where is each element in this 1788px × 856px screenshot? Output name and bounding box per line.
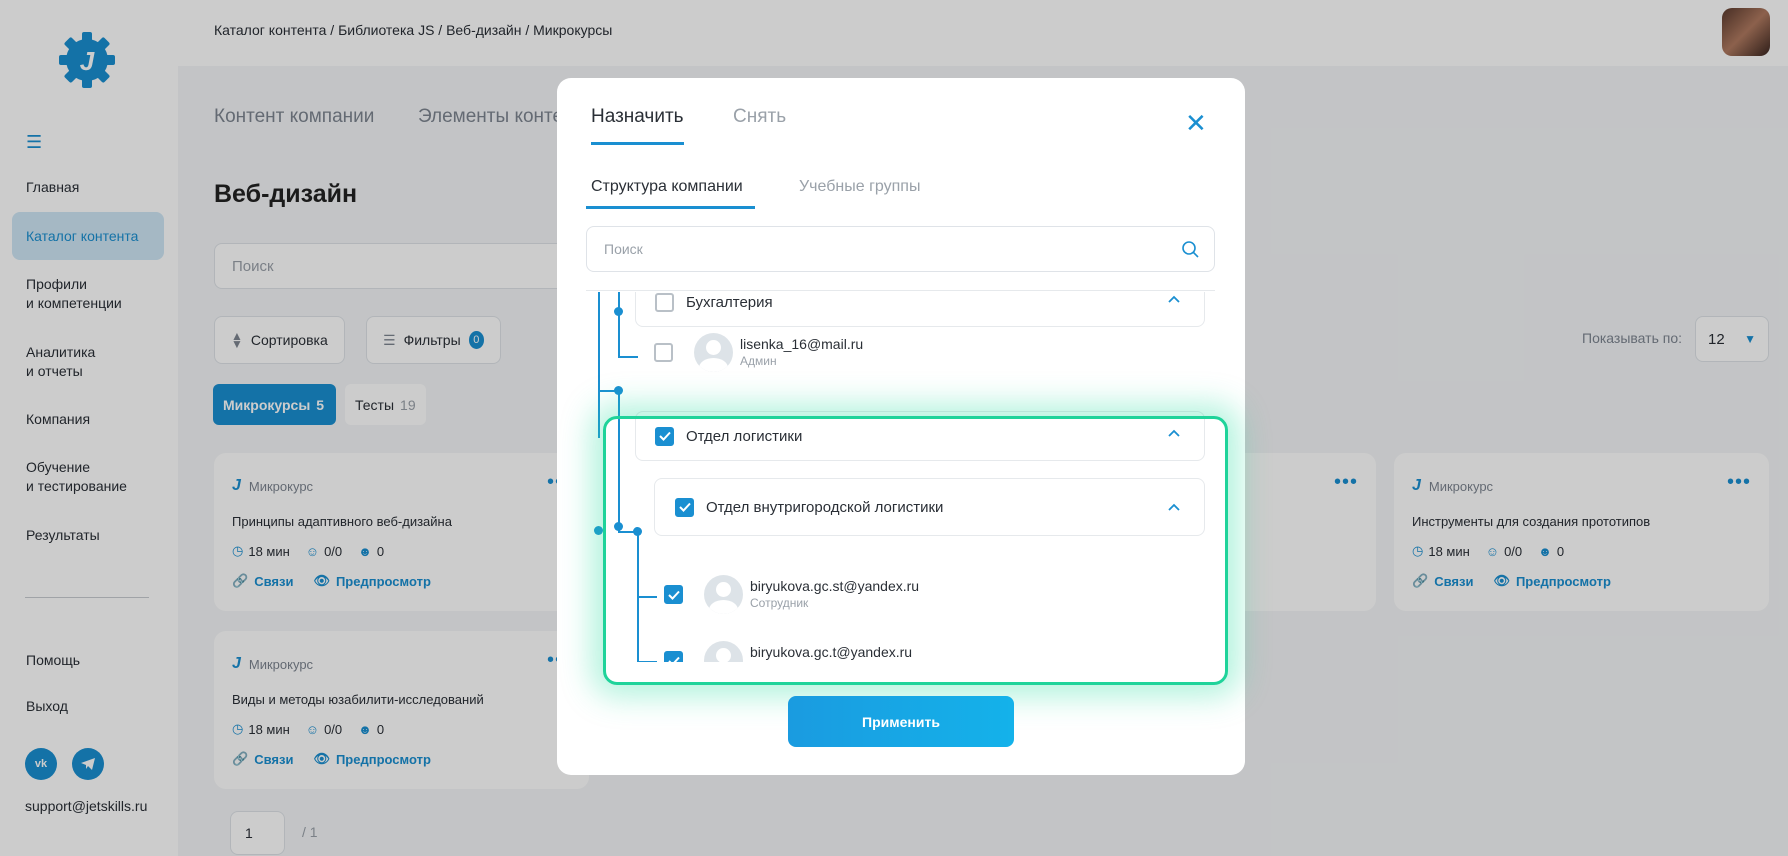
chevron-up-icon[interactable] (1168, 503, 1180, 511)
tree-node-logistics[interactable]: Отдел логистики (635, 411, 1205, 461)
tree-node-accounting[interactable]: Бухгалтерия (635, 292, 1205, 327)
avatar (704, 641, 743, 662)
tree-user[interactable]: biryukova.gc.st@yandex.ru Сотрудник (654, 575, 919, 614)
avatar (704, 575, 743, 614)
checkbox[interactable] (655, 292, 674, 312)
chevron-up-icon[interactable] (1168, 429, 1180, 437)
avatar (694, 333, 733, 372)
tab-assign[interactable]: Назначить (591, 106, 684, 145)
org-tree: Бухгалтерия lisenka_16@mail.ru Админ Отд… (586, 292, 1226, 662)
tree-line (618, 388, 620, 533)
tab-study-groups[interactable]: Учебные группы (799, 178, 920, 206)
checkbox[interactable] (655, 426, 674, 446)
tab-company-structure[interactable]: Структура компании (586, 178, 755, 209)
assign-modal: Назначить Снять ✕ Структура компании Уче… (557, 78, 1245, 775)
search-input[interactable]: Поиск (586, 226, 1215, 272)
tree-line (618, 292, 620, 357)
tree-line (598, 292, 600, 438)
close-icon[interactable]: ✕ (1185, 110, 1207, 136)
search-icon (1182, 241, 1199, 258)
tree-dot (594, 526, 603, 535)
checkbox[interactable] (664, 651, 683, 662)
checkbox[interactable] (654, 343, 673, 362)
tree-user[interactable]: biryukova.gc.t@yandex.ru Сотрудник (654, 641, 912, 662)
checkbox[interactable] (675, 497, 694, 517)
checkbox[interactable] (664, 585, 683, 604)
tree-node-city-logistics[interactable]: Отдел внутригородской логистики (654, 478, 1205, 536)
tree-dot (614, 307, 623, 316)
tab-unassign[interactable]: Снять (733, 106, 786, 142)
separator (586, 290, 1215, 291)
tree-line (598, 390, 618, 392)
apply-button[interactable]: Применить (788, 696, 1014, 747)
chevron-up-icon[interactable] (1168, 295, 1180, 303)
tree-user[interactable]: lisenka_16@mail.ru Админ (635, 333, 863, 372)
